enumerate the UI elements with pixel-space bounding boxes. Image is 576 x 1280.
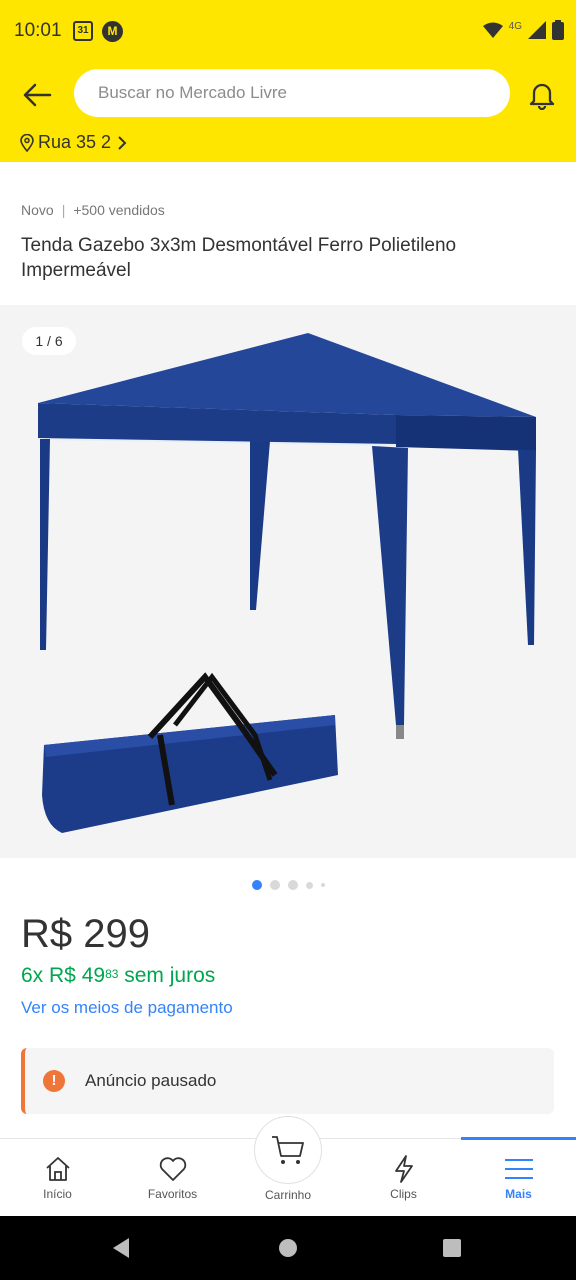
nav-item-inicio[interactable]: Início: [0, 1139, 115, 1217]
notifications-button[interactable]: [522, 75, 562, 115]
square-recents-icon: [443, 1239, 461, 1257]
bell-icon: [529, 83, 555, 110]
alert-icon: !: [43, 1070, 65, 1092]
home-icon: [45, 1157, 70, 1181]
cart-icon: [272, 1136, 304, 1164]
battery-icon: [552, 20, 564, 40]
motorola-icon: M: [102, 21, 123, 42]
product-image-gallery[interactable]: 1 / 6: [0, 305, 576, 858]
nav-label: Mais: [505, 1187, 532, 1201]
pagination-dot: [305, 881, 313, 889]
system-navigation-bar: [0, 1216, 576, 1280]
wifi-icon: [482, 22, 503, 38]
nav-item-favoritos[interactable]: Favoritos: [115, 1139, 230, 1217]
pagination-dot: [251, 880, 262, 890]
signal-icon: [528, 21, 546, 39]
nav-label: Favoritos: [147, 1187, 198, 1201]
bolt-icon: [394, 1155, 413, 1183]
status-icons: 4G: [482, 20, 564, 40]
pagination-dot: [287, 880, 298, 890]
nav-label-carrinho[interactable]: Carrinho: [248, 1188, 328, 1202]
heart-icon: [159, 1157, 186, 1181]
product-image: [37, 333, 536, 833]
paused-notice: ! Anúncio pausado: [21, 1048, 554, 1114]
chevron-right-icon: [118, 135, 127, 150]
nav-item-clips[interactable]: Clips: [346, 1139, 461, 1217]
nav-label: Início: [43, 1187, 72, 1201]
system-recents-button[interactable]: [440, 1236, 464, 1260]
system-back-button[interactable]: [109, 1236, 133, 1260]
search-placeholder: Buscar no Mercado Livre: [98, 83, 287, 102]
network-type: 4G: [508, 20, 522, 32]
location-text: Rua 35 2: [38, 132, 112, 152]
nav-label: Clips: [390, 1187, 417, 1201]
nav-item-mais[interactable]: Mais: [461, 1139, 576, 1217]
calendar-icon: 31: [73, 21, 93, 41]
system-home-button[interactable]: [276, 1236, 300, 1260]
arrow-left-icon: [23, 83, 52, 107]
status-time: 10:01: [14, 20, 62, 41]
image-counter: 1 / 6: [22, 327, 76, 355]
product-price: R$ 299: [21, 912, 150, 956]
search-input[interactable]: Buscar no Mercado Livre: [74, 69, 510, 117]
nav-item-carrinho[interactable]: [254, 1116, 322, 1184]
sold-count: +500 vendidos: [73, 202, 165, 218]
condition-label: Novo: [21, 202, 54, 218]
menu-icon: [504, 1159, 533, 1179]
installments-cents: 83: [105, 967, 119, 981]
gallery-pagination: [0, 880, 576, 890]
pagination-dot: [320, 883, 325, 887]
installments-suffix: sem juros: [118, 964, 216, 987]
installments-value: 6x R$ 49: [21, 964, 106, 987]
location-pin-icon: [20, 133, 34, 152]
triangle-back-icon: [113, 1238, 129, 1258]
meta-separator: |: [61, 202, 66, 218]
circle-home-icon: [279, 1239, 297, 1257]
payment-methods-link[interactable]: Ver os meios de pagamento: [21, 998, 233, 1018]
back-button[interactable]: [18, 76, 56, 114]
header: Buscar no Mercado Livre Rua 35 2: [0, 64, 576, 162]
status-bar: 10:01 31 M 4G: [0, 0, 576, 64]
product-meta: Novo | +500 vendidos: [21, 202, 165, 218]
notice-text: Anúncio pausado: [85, 1071, 217, 1090]
location-selector[interactable]: Rua 35 2: [20, 132, 129, 153]
pagination-dot: [269, 880, 280, 890]
product-title: Tenda Gazebo 3x3m Desmontável Ferro Poli…: [21, 235, 457, 281]
installments: 6x R$ 4983 sem juros: [21, 964, 215, 988]
